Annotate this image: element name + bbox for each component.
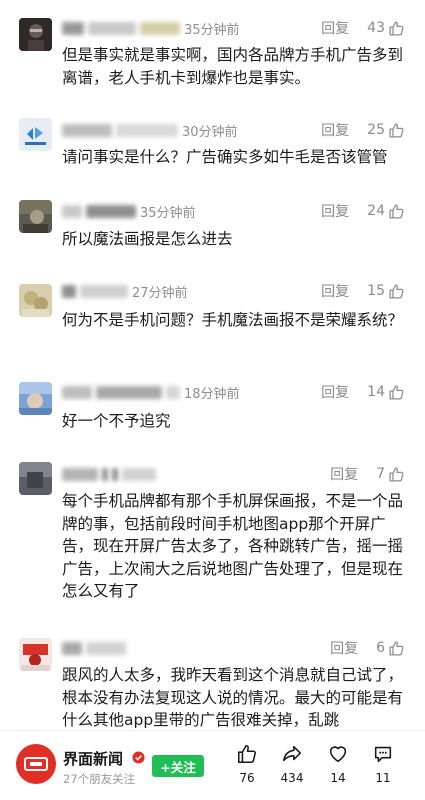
- comment-text: 每个手机品牌都有那个手机屏保画报，不是一个品牌的事，包括前段时间手机地图app那…: [62, 492, 404, 600]
- comment-meta: 18分钟前: [62, 382, 240, 402]
- username-blurred[interactable]: [62, 204, 82, 218]
- comment-actions: 回复 15: [321, 281, 405, 301]
- username-blurred: [102, 467, 108, 481]
- thumbs-up-icon[interactable]: [388, 283, 405, 300]
- comment-actions: 回复 24: [321, 201, 405, 221]
- username-blurred: [122, 467, 156, 481]
- username-blurred: [96, 385, 162, 399]
- thumbs-up-icon[interactable]: [388, 640, 405, 657]
- comment-text: 跟风的人太多，我昨天看到这个消息就自己试了，根本没有办法复现这人说的情况。最大的…: [62, 666, 404, 729]
- like-action[interactable]: 76: [227, 743, 267, 785]
- comment-actions: 回复 25: [321, 120, 405, 140]
- like-count: 43: [367, 20, 385, 36]
- thumbs-up-icon[interactable]: [388, 384, 405, 401]
- comment-meta: 30分钟前: [62, 120, 238, 140]
- thumbs-up-icon: [237, 744, 256, 764]
- username-blurred[interactable]: [62, 467, 98, 481]
- avatar[interactable]: [19, 18, 52, 51]
- comment-time: 30分钟前: [182, 124, 238, 140]
- like-count: 15: [367, 283, 385, 299]
- like-count: 76: [239, 771, 255, 785]
- like-count: 6: [376, 640, 385, 656]
- reply-button[interactable]: 回复: [321, 281, 349, 301]
- username-blurred: [86, 641, 126, 655]
- comment-meta: 35分钟前: [62, 18, 240, 38]
- comment-actions: 回复 7: [330, 464, 405, 484]
- bottom-action-bar: 界面新闻 27个朋友关注 +关注 76 434 14 11: [0, 730, 425, 800]
- comment-text: 所以魔法画报是怎么进去: [62, 230, 233, 248]
- favorite-action[interactable]: 14: [318, 743, 358, 785]
- username-blurred: [116, 123, 178, 137]
- account-name[interactable]: 界面新闻: [63, 748, 123, 769]
- username-blurred[interactable]: [62, 21, 84, 35]
- comment-time: 35分钟前: [184, 22, 240, 38]
- username-blurred: [140, 21, 180, 35]
- comment-time: 27分钟前: [132, 285, 188, 301]
- follow-button[interactable]: +关注: [152, 755, 204, 777]
- thumbs-up-icon[interactable]: [388, 203, 405, 220]
- username-blurred[interactable]: [62, 284, 76, 298]
- thumbs-up-icon[interactable]: [388, 122, 405, 139]
- username-blurred: [80, 284, 128, 298]
- comment-actions: 回复 43: [321, 18, 405, 38]
- comment-feed: 35分钟前 回复 43 但是事实就是事实啊，国内各品牌方手机广告多到离谱，老人手…: [0, 0, 425, 800]
- thumbs-up-icon[interactable]: [388, 20, 405, 37]
- comment-actions: 回复 14: [321, 382, 405, 402]
- favorite-count: 14: [330, 771, 346, 785]
- reply-button[interactable]: 回复: [330, 464, 358, 484]
- comment-icon: [374, 746, 392, 763]
- avatar[interactable]: [19, 462, 52, 495]
- reply-button[interactable]: 回复: [321, 201, 349, 221]
- friends-following-text: 27个朋友关注: [63, 772, 136, 786]
- logo-mark-icon: [24, 757, 48, 771]
- avatar[interactable]: [19, 638, 52, 671]
- share-action[interactable]: 434: [272, 743, 312, 785]
- username-blurred: [86, 204, 136, 218]
- share-count: 434: [280, 771, 304, 785]
- account-logo[interactable]: [16, 744, 56, 784]
- like-count: 25: [367, 122, 385, 138]
- username-blurred[interactable]: [62, 385, 92, 399]
- comment-text: 请问事实是什么？广告确实多如牛毛是否该管管: [62, 148, 388, 166]
- username-blurred[interactable]: [62, 641, 82, 655]
- username-blurred[interactable]: [62, 123, 112, 137]
- thumbs-up-icon[interactable]: [388, 466, 405, 483]
- like-count: 7: [376, 466, 385, 482]
- comment-time: 18分钟前: [184, 386, 240, 402]
- avatar[interactable]: [19, 118, 52, 151]
- comment-text: 好一个不予追究: [62, 412, 171, 430]
- like-count: 14: [367, 384, 385, 400]
- comment-count: 11: [375, 771, 391, 785]
- comment-actions: 回复 6: [330, 638, 405, 658]
- comment-text: 何为不是手机问题？手机魔法画报不是荣耀系统？: [62, 311, 404, 329]
- comment-action[interactable]: 11: [363, 743, 403, 785]
- comment-meta: 35分钟前: [62, 201, 196, 221]
- avatar[interactable]: [19, 284, 52, 317]
- comment-text: 但是事实就是事实啊，国内各品牌方手机广告多到离谱，老人手机卡到爆炸也是事实。: [62, 46, 404, 87]
- reply-button[interactable]: 回复: [321, 18, 349, 38]
- avatar[interactable]: [19, 382, 52, 415]
- comment-meta: [62, 464, 160, 484]
- share-icon: [282, 745, 302, 762]
- heart-icon: [329, 746, 347, 763]
- comment-meta: 27分钟前: [62, 281, 188, 301]
- avatar[interactable]: [19, 200, 52, 233]
- comment-meta: [62, 638, 130, 658]
- username-blurred: [112, 467, 118, 481]
- verified-icon: [132, 751, 145, 764]
- reply-button[interactable]: 回复: [330, 638, 358, 658]
- like-count: 24: [367, 203, 385, 219]
- reply-button[interactable]: 回复: [321, 120, 349, 140]
- username-blurred: [166, 385, 180, 399]
- reply-button[interactable]: 回复: [321, 382, 349, 402]
- username-blurred: [88, 21, 136, 35]
- comment-time: 35分钟前: [140, 205, 196, 221]
